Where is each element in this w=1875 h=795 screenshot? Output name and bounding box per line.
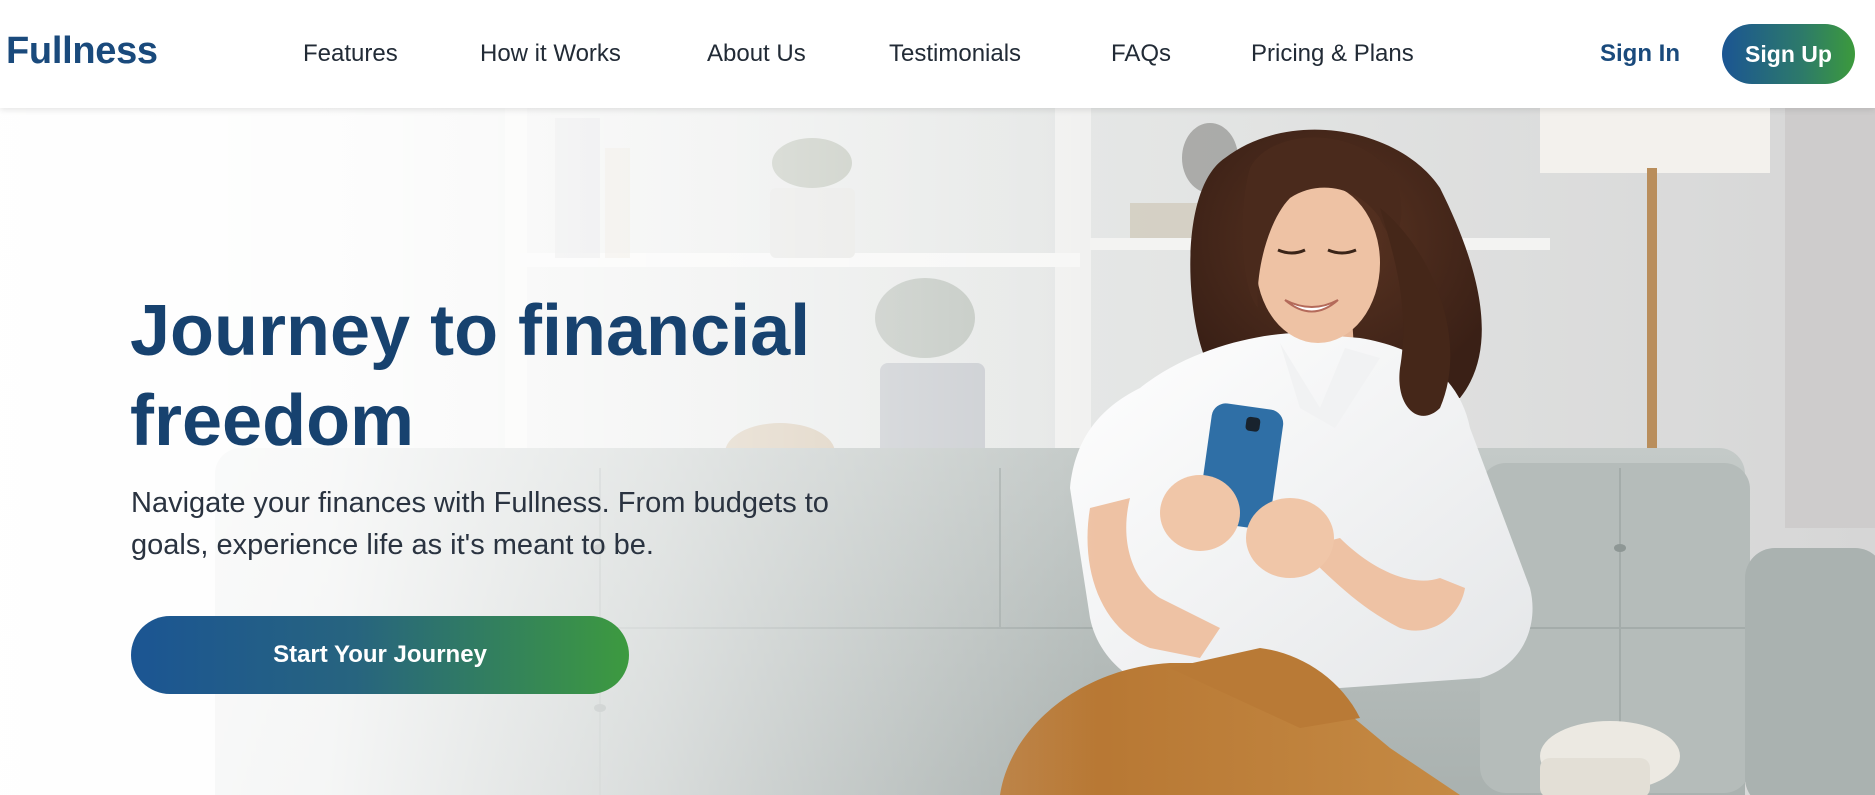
hero-section: Journey to financial freedom Navigate yo… — [0, 108, 1875, 795]
start-journey-button[interactable]: Start Your Journey — [131, 616, 629, 694]
nav-link-how-it-works[interactable]: How it Works — [480, 40, 621, 68]
hero-subheadline: Navigate your finances with Fullness. Fr… — [131, 487, 829, 561]
nav-link-pricing-plans[interactable]: Pricing & Plans — [1251, 40, 1414, 68]
nav-link-about-us[interactable]: About Us — [707, 40, 806, 68]
sign-in-link[interactable]: Sign In — [1600, 40, 1680, 68]
nav-links: Features How it Works About Us Testimoni… — [0, 0, 1875, 108]
sign-up-button[interactable]: Sign Up — [1722, 24, 1855, 84]
hero-headline: Journey to financial freedom — [130, 291, 811, 461]
nav-link-features[interactable]: Features — [303, 40, 398, 68]
nav-link-faqs[interactable]: FAQs — [1111, 40, 1171, 68]
top-navbar: Fullness Features How it Works About Us … — [0, 0, 1875, 108]
nav-link-testimonials[interactable]: Testimonials — [889, 40, 1021, 68]
